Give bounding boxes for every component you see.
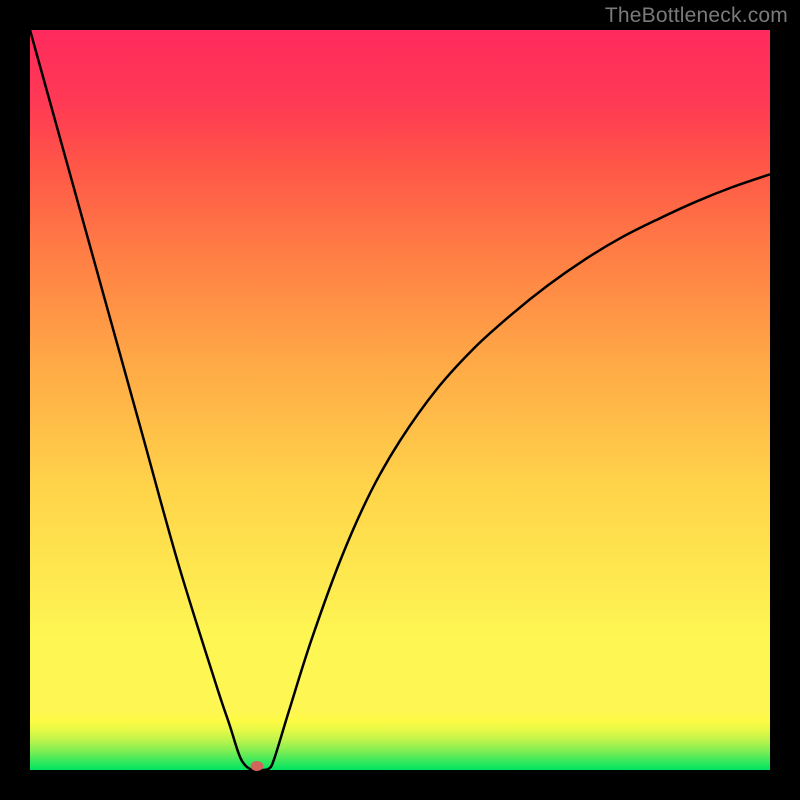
watermark-text: TheBottleneck.com (605, 4, 788, 28)
curve-svg (30, 30, 770, 770)
chart-frame: TheBottleneck.com (0, 0, 800, 800)
plot-area (30, 30, 770, 770)
bottleneck-marker (251, 761, 264, 771)
bottleneck-curve (30, 30, 770, 771)
